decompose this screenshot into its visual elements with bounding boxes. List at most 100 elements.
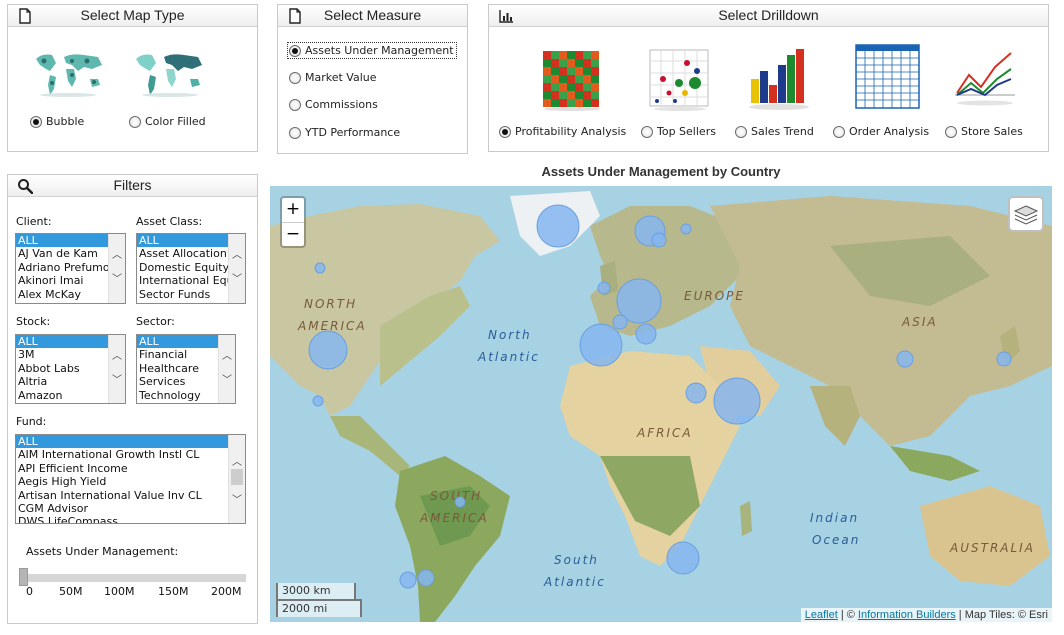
- map-type-color-filled-radio[interactable]: Color Filled: [129, 115, 206, 128]
- country-bubble[interactable]: [685, 382, 707, 404]
- list-item[interactable]: ALL: [16, 335, 108, 349]
- drilldown-order-analysis-radio[interactable]: Order Analysis: [833, 125, 929, 138]
- list-item[interactable]: Technology: [137, 389, 218, 402]
- asset-class-listbox[interactable]: ALL Asset Allocation Domestic Equity Int…: [136, 233, 246, 304]
- map-type-header: Select Map Type: [8, 5, 257, 27]
- drilldown-sales-trend-radio[interactable]: Sales Trend: [735, 125, 814, 138]
- client-listbox[interactable]: ALL AJ Van de Kam Adriano Prefumo Akinor…: [15, 233, 126, 304]
- scrollbar[interactable]: ︿ ﹀: [218, 335, 235, 403]
- list-item[interactable]: Artisan International Value Inv CL: [16, 489, 228, 502]
- country-bubble[interactable]: [597, 281, 611, 295]
- heatmap-cell: [583, 99, 591, 107]
- drilldown-top-sellers-radio[interactable]: Top Sellers: [641, 125, 716, 138]
- list-item[interactable]: ALL: [16, 435, 228, 449]
- zoom-in-button[interactable]: +: [282, 198, 304, 222]
- country-bubble[interactable]: [399, 571, 417, 589]
- profitability-heatmap-thumbnail[interactable]: [541, 49, 603, 111]
- country-bubble[interactable]: [417, 569, 435, 587]
- order-analysis-table-thumbnail[interactable]: [855, 44, 921, 110]
- country-bubble[interactable]: [536, 204, 580, 248]
- scrollbar[interactable]: ︿ ﹀: [108, 234, 125, 303]
- list-item[interactable]: 3M: [16, 348, 108, 361]
- list-item[interactable]: Domestic Equity: [137, 261, 228, 274]
- leaflet-link[interactable]: Leaflet: [805, 609, 838, 621]
- country-bubble[interactable]: [312, 395, 324, 407]
- map-type-bubble-radio[interactable]: Bubble: [30, 115, 84, 128]
- country-bubble[interactable]: [713, 377, 761, 425]
- measure-panel: Select Measure Assets Under Management M…: [277, 4, 468, 154]
- sector-listbox[interactable]: ALL Financial Healthcare Services Techno…: [136, 334, 236, 404]
- list-item[interactable]: Alex McKay: [16, 288, 108, 301]
- chevron-up-icon[interactable]: ︿: [229, 248, 245, 264]
- list-item[interactable]: Akinori Imai: [16, 274, 108, 287]
- list-item[interactable]: Adriano Prefumo: [16, 261, 108, 274]
- radio-unselected-icon: [289, 71, 301, 84]
- list-item[interactable]: Sector Funds: [137, 288, 228, 301]
- chevron-down-icon[interactable]: ﹀: [229, 493, 245, 509]
- list-item[interactable]: Asset Allocation: [137, 247, 228, 260]
- bubble-map-thumbnail[interactable]: [32, 49, 106, 99]
- information-builders-link[interactable]: Information Builders: [858, 609, 956, 621]
- list-item[interactable]: Amazon: [16, 389, 108, 402]
- drilldown-store-sales-radio[interactable]: Store Sales: [945, 125, 1023, 138]
- heatmap-cell: [551, 83, 559, 91]
- scrollbar[interactable]: ︿ ﹀: [108, 335, 125, 403]
- sales-trend-bar-thumbnail[interactable]: [747, 45, 811, 111]
- measure-aum-radio[interactable]: Assets Under Management: [287, 42, 457, 59]
- country-bubble[interactable]: [651, 232, 667, 248]
- chevron-down-icon[interactable]: ﹀: [219, 373, 235, 389]
- list-item[interactable]: Altria: [16, 375, 108, 388]
- measure-market-value-radio[interactable]: Market Value: [289, 71, 377, 84]
- world-map[interactable]: NORTH AMERICA EUROPE ASIA AFRICA SOUTH A…: [270, 186, 1052, 622]
- list-item[interactable]: Services: [137, 375, 218, 388]
- fund-listbox[interactable]: ALL AIM International Growth Instl CL AP…: [15, 434, 246, 524]
- top-sellers-scatter-thumbnail[interactable]: [649, 49, 711, 111]
- color-filled-map-thumbnail[interactable]: [132, 49, 208, 99]
- list-item[interactable]: Abbot Labs: [16, 362, 108, 375]
- chevron-down-icon[interactable]: ﹀: [109, 373, 125, 389]
- measure-commissions-radio[interactable]: Commissions: [289, 98, 378, 111]
- country-bubble[interactable]: [666, 541, 700, 575]
- list-item[interactable]: DWS LifeCompass: [16, 515, 228, 523]
- list-item[interactable]: International Equity: [137, 274, 228, 287]
- scrollbar-thumb[interactable]: [231, 469, 243, 485]
- country-bubble[interactable]: [308, 330, 348, 370]
- country-bubble[interactable]: [454, 496, 466, 508]
- drilldown-profitability-radio[interactable]: Profitability Analysis: [499, 125, 626, 138]
- list-item[interactable]: ALL: [137, 234, 228, 248]
- list-item[interactable]: ALL: [16, 234, 108, 248]
- country-bubble[interactable]: [896, 350, 914, 368]
- list-item[interactable]: Aegis High Yield: [16, 475, 228, 488]
- list-item[interactable]: ALL: [137, 335, 218, 349]
- list-item[interactable]: Financial: [137, 348, 218, 361]
- list-item[interactable]: CGM Advisor: [16, 502, 228, 515]
- chevron-down-icon[interactable]: ﹀: [109, 272, 125, 288]
- country-bubble[interactable]: [635, 323, 657, 345]
- heatmap-cell: [567, 75, 575, 83]
- country-bubble[interactable]: [996, 351, 1012, 367]
- measure-ytd-radio[interactable]: YTD Performance: [289, 126, 400, 139]
- zoom-out-button[interactable]: −: [282, 222, 304, 246]
- chevron-up-icon[interactable]: ︿: [109, 349, 125, 365]
- list-item[interactable]: Healthcare: [137, 362, 218, 375]
- chevron-down-icon[interactable]: ﹀: [229, 272, 245, 288]
- aum-slider-track[interactable]: [22, 574, 246, 582]
- scrollbar[interactable]: ︿ ﹀: [228, 435, 245, 523]
- chevron-up-icon[interactable]: ︿: [109, 248, 125, 264]
- heatmap-cell: [543, 59, 551, 67]
- scrollbar[interactable]: ︿ ﹀: [228, 234, 245, 303]
- layers-button[interactable]: [1008, 196, 1044, 232]
- country-bubble[interactable]: [680, 223, 692, 235]
- aum-slider-handle[interactable]: [19, 568, 28, 586]
- chevron-up-icon[interactable]: ︿: [219, 349, 235, 365]
- list-item[interactable]: AJ Van de Kam: [16, 247, 108, 260]
- store-sales-line-thumbnail[interactable]: [953, 49, 1017, 109]
- list-item[interactable]: AIM International Growth Instl CL: [16, 448, 228, 461]
- country-bubble[interactable]: [612, 314, 628, 330]
- stock-listbox[interactable]: ALL 3M Abbot Labs Altria Amazon ︿ ﹀: [15, 334, 126, 404]
- list-item[interactable]: API Efficient Income: [16, 462, 228, 475]
- radio-unselected-icon: [641, 125, 653, 138]
- country-bubble[interactable]: [314, 262, 326, 274]
- heatmap-cell: [583, 67, 591, 75]
- country-bubble[interactable]: [579, 323, 623, 367]
